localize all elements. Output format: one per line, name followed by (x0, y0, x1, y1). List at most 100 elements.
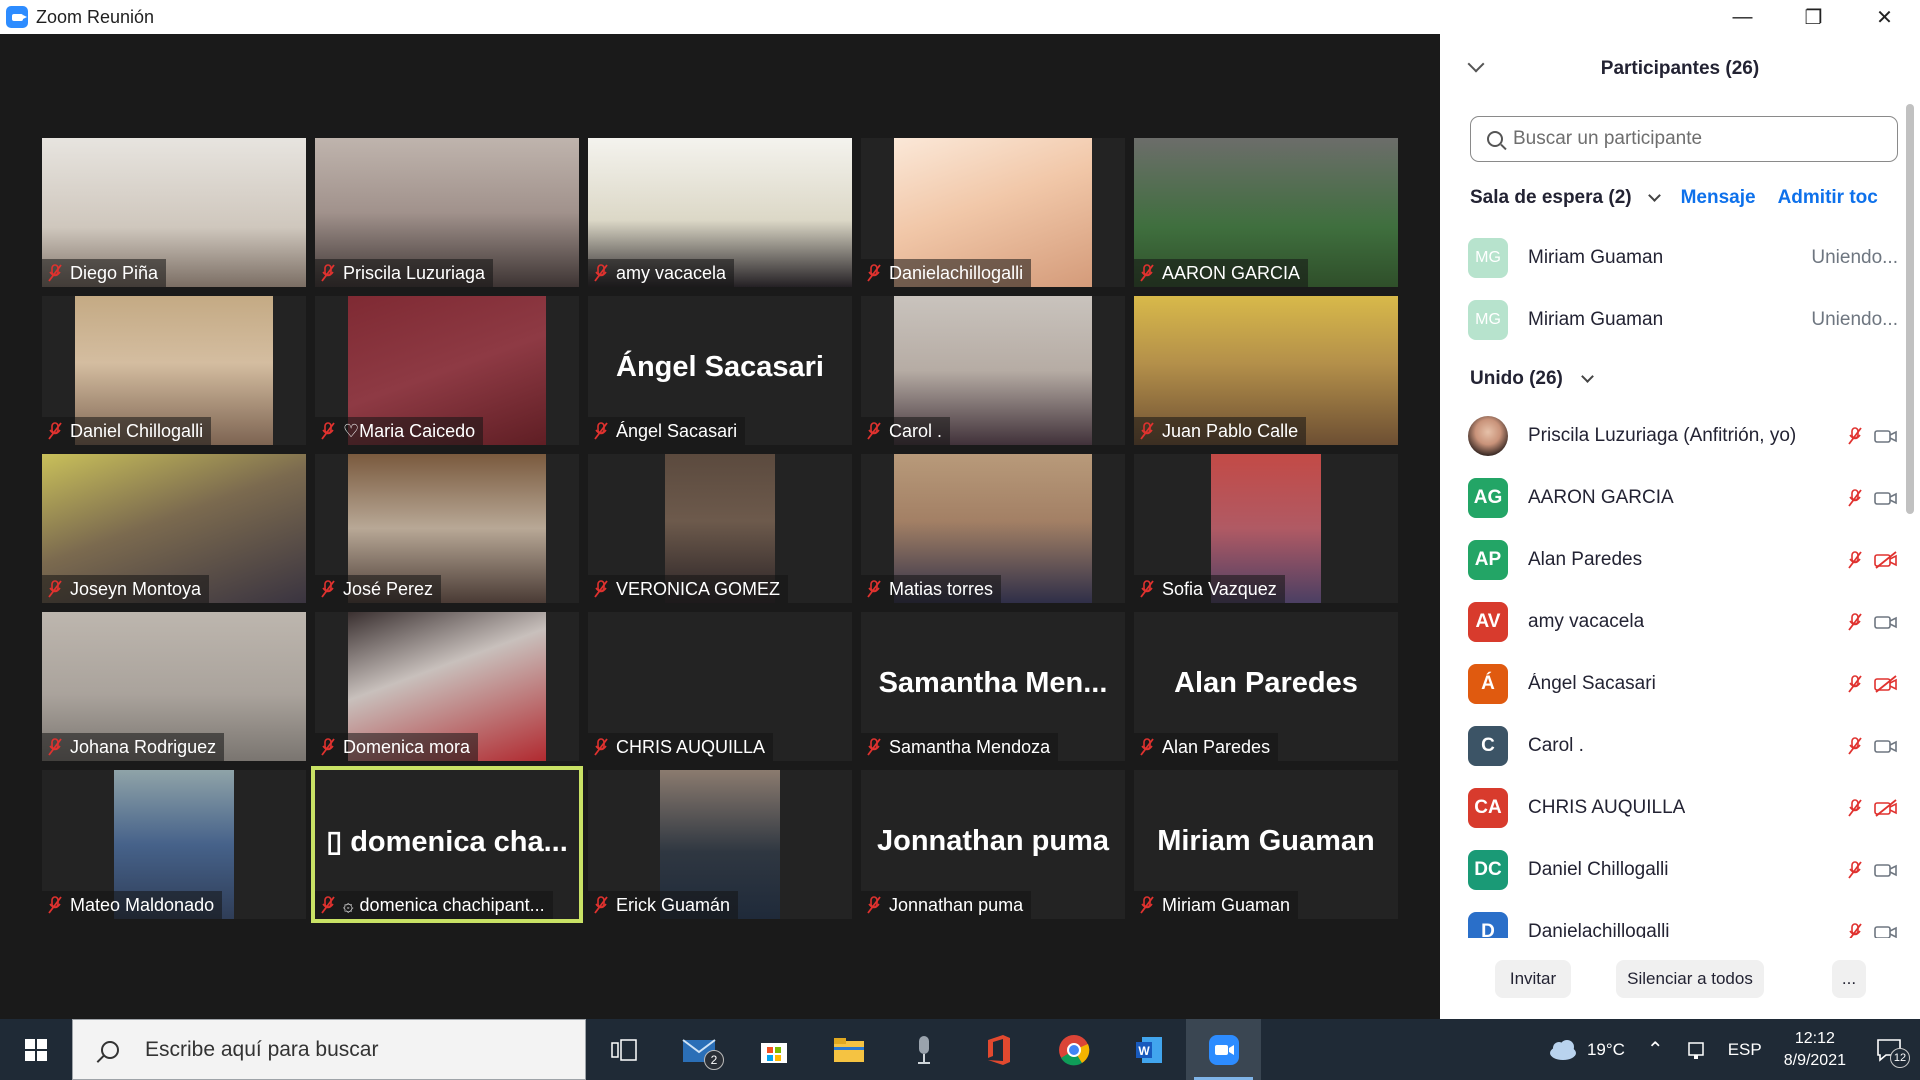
mail-app[interactable]: 2 (661, 1019, 736, 1080)
participant-row[interactable]: C Carol . (1468, 721, 1898, 771)
store-app[interactable] (736, 1019, 811, 1080)
participant-search[interactable] (1470, 116, 1898, 162)
video-off-icon[interactable] (1874, 551, 1898, 569)
video-icon[interactable] (1874, 613, 1898, 631)
participant-tile[interactable]: ▯ domenica cha... ۞ domenica chachipant... (311, 766, 583, 923)
message-waiting-button[interactable]: Mensaje (1681, 187, 1756, 209)
zoom-app[interactable] (1186, 1019, 1261, 1080)
participant-row[interactable]: Á Ángel Sacasari (1468, 659, 1898, 709)
admit-all-button[interactable]: Admitir toc (1778, 187, 1878, 209)
participant-row[interactable]: Priscila Luzuriaga (Anfitrión, yo) (1468, 411, 1898, 461)
participant-name: Daniel Chillogalli (70, 420, 204, 441)
participant-controls (1848, 799, 1898, 817)
invite-button[interactable]: Invitar (1495, 960, 1571, 998)
participant-tile[interactable]: Sofia Vazquez (1134, 454, 1398, 603)
office-app[interactable] (961, 1019, 1036, 1080)
participant-tile[interactable]: ♡Maria Caicedo (315, 296, 579, 445)
avatar: AV (1468, 602, 1508, 642)
participant-tile[interactable]: Danielachillogalli (861, 138, 1125, 287)
name-label: Alan Paredes (1134, 733, 1279, 761)
clock[interactable]: 12:12 8/9/2021 (1784, 1028, 1846, 1072)
muted-mic-icon (1848, 737, 1862, 755)
participant-row[interactable]: AG AARON GARCIA (1468, 473, 1898, 523)
mute-all-button[interactable]: Silenciar a todos (1616, 960, 1764, 998)
participant-row[interactable]: AV amy vacacela (1468, 597, 1898, 647)
chrome-app[interactable] (1036, 1019, 1111, 1080)
name-label: Ángel Sacasari (588, 417, 746, 445)
participant-tile[interactable]: Ángel Sacasari Ángel Sacasari (588, 296, 852, 445)
participant-display-name: Alan Paredes (1174, 666, 1358, 699)
participant-tile[interactable]: Mateo Maldonado (42, 770, 306, 919)
participant-tile[interactable]: Jonnathan puma Jonnathan puma (861, 770, 1125, 919)
muted-mic-icon (1848, 675, 1862, 693)
participant-tile[interactable]: Miriam Guaman Miriam Guaman (1134, 770, 1398, 919)
participant-row[interactable]: DC Daniel Chillogalli (1468, 845, 1898, 895)
participant-tile[interactable]: Samantha Men... Samantha Mendoza (861, 612, 1125, 761)
participant-row[interactable]: CA CHRIS AUQUILLA (1468, 783, 1898, 833)
name-label: Joseyn Montoya (42, 575, 210, 603)
participant-name: domenica chachipant... (359, 894, 545, 915)
video-icon[interactable] (1874, 923, 1898, 938)
show-hidden-icons[interactable]: ⌃ (1647, 1037, 1664, 1062)
minimize-button[interactable]: — (1707, 0, 1778, 34)
task-view-button[interactable] (586, 1019, 661, 1080)
window-title: Zoom Reunión (36, 6, 155, 27)
muted-mic-icon (594, 422, 608, 440)
waiting-participant-row[interactable]: MG Miriam Guaman Uniendo... (1468, 233, 1898, 283)
participant-controls (1848, 427, 1898, 445)
participant-tile[interactable]: Erick Guamán (588, 770, 852, 919)
waiting-participant-row[interactable]: MG Miriam Guaman Uniendo... (1468, 295, 1898, 345)
muted-mic-icon (867, 422, 881, 440)
taskbar-search[interactable]: Escribe aquí para buscar (72, 1019, 586, 1080)
file-explorer-app[interactable] (811, 1019, 886, 1080)
weather-widget[interactable]: 19°C (1547, 1039, 1625, 1061)
joined-label: Unido (26) (1470, 368, 1563, 389)
participant-tile[interactable]: Daniel Chillogalli (42, 296, 306, 445)
participant-tile[interactable]: AARON GARCIA (1134, 138, 1398, 287)
network-icon[interactable] (1686, 1040, 1706, 1060)
muted-mic-icon (594, 738, 608, 756)
participant-tile[interactable]: Domenica mora (315, 612, 579, 761)
participant-tile[interactable]: Johana Rodriguez (42, 612, 306, 761)
chevron-down-icon[interactable] (1581, 370, 1594, 383)
participant-tile[interactable]: Juan Pablo Calle (1134, 296, 1398, 445)
window-controls: — ❐ ✕ (1707, 0, 1920, 34)
muted-mic-icon (1140, 896, 1154, 914)
word-app[interactable]: W (1111, 1019, 1186, 1080)
avatar: AP (1468, 540, 1508, 580)
video-off-icon[interactable] (1874, 799, 1898, 817)
language-indicator[interactable]: ESP (1728, 1040, 1762, 1060)
clock-date: 8/9/2021 (1783, 1051, 1846, 1069)
participant-tile[interactable]: Carol . (861, 296, 1125, 445)
video-icon[interactable] (1874, 861, 1898, 879)
muted-mic-icon (1849, 923, 1862, 938)
participant-row[interactable]: AP Alan Paredes (1468, 535, 1898, 585)
notifications-button[interactable]: 12 (1876, 1038, 1910, 1068)
participant-tile[interactable]: Priscila Luzuriaga (315, 138, 579, 287)
participant-tile[interactable]: CHRIS AUQUILLA (588, 612, 852, 761)
video-off-icon[interactable] (1874, 675, 1898, 693)
recorder-app[interactable] (886, 1019, 961, 1080)
participant-name: Miriam Guaman (1528, 309, 1664, 330)
restore-button[interactable]: ❐ (1778, 0, 1849, 34)
participant-tile[interactable]: Alan Paredes Alan Paredes (1134, 612, 1398, 761)
scrollbar[interactable] (1906, 104, 1914, 514)
participant-tile[interactable]: Joseyn Montoya (42, 454, 306, 603)
name-label: Daniel Chillogalli (42, 417, 212, 445)
participant-tile[interactable]: Diego Piña (42, 138, 306, 287)
start-button[interactable] (0, 1019, 72, 1080)
participant-tile[interactable]: amy vacacela (588, 138, 852, 287)
participant-row[interactable]: D Danielachillogalli (1468, 907, 1898, 938)
chevron-down-icon[interactable] (1647, 189, 1661, 202)
video-icon[interactable] (1874, 737, 1898, 755)
participant-display-name: Jonnathan puma (876, 824, 1109, 857)
participant-tile[interactable]: Matias torres (861, 454, 1125, 603)
more-options-button[interactable]: ... (1832, 960, 1866, 998)
video-icon[interactable] (1874, 489, 1898, 507)
name-label: Samantha Mendoza (861, 733, 1059, 761)
close-window-button[interactable]: ✕ (1849, 0, 1920, 34)
participant-tile[interactable]: José Perez (315, 454, 579, 603)
participant-tile[interactable]: VERONICA GOMEZ (588, 454, 852, 603)
search-input[interactable] (1513, 128, 1873, 150)
video-icon[interactable] (1874, 427, 1898, 445)
